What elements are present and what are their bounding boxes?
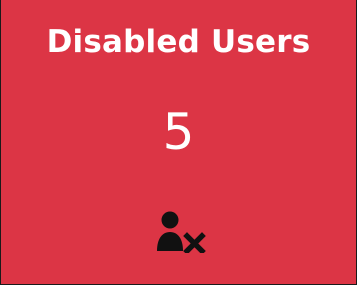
disabled-users-count: 5 [162, 103, 195, 161]
disabled-users-tile[interactable]: Disabled Users 5 [0, 0, 357, 285]
tile-title: Disabled Users [46, 24, 311, 60]
user-x-icon [156, 211, 206, 253]
